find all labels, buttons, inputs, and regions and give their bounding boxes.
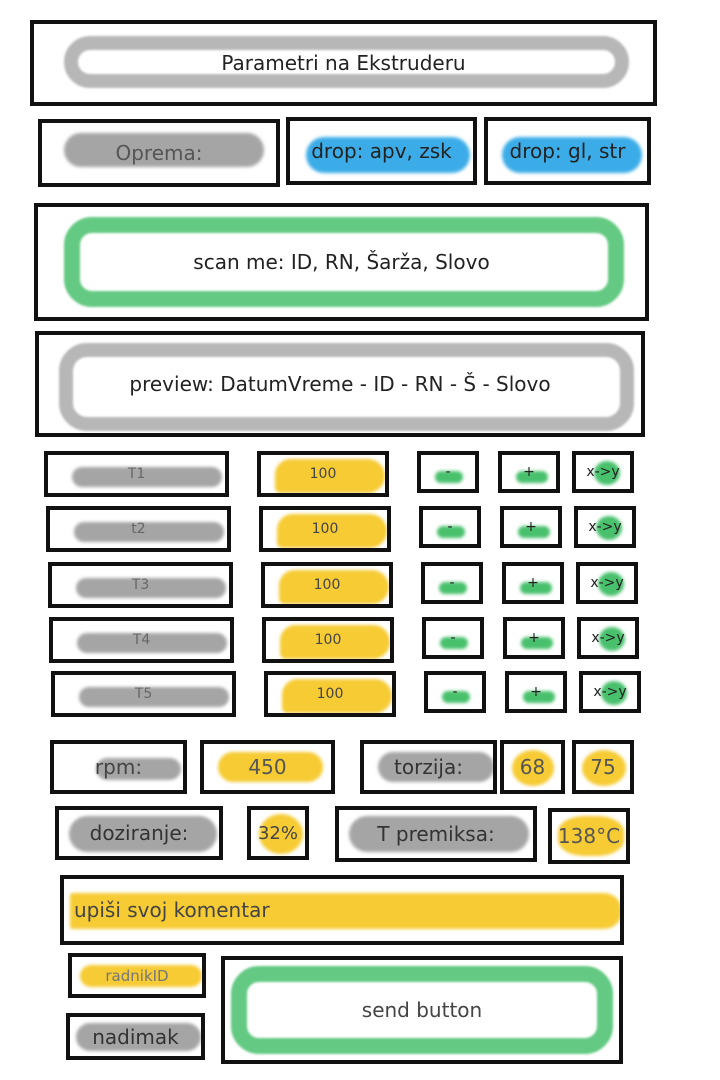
temp-minus-label: -: [447, 519, 453, 535]
scan-label: scan me: ID, RN, Šarža, Slovo: [193, 250, 490, 274]
equipment-dropdown-1-value: drop: apv, zsk: [311, 139, 452, 163]
temp-convert-button[interactable]: x->y: [576, 562, 638, 604]
temp-minus-label: -: [450, 630, 456, 646]
send-label: send button: [361, 998, 483, 1022]
temp-label: T3: [131, 577, 150, 593]
equipment-label: Oprema:: [115, 141, 203, 165]
temp-convert-label: x->y: [590, 575, 624, 591]
temp-minus-label: -: [452, 684, 458, 700]
premix-input[interactable]: 138°C: [548, 808, 630, 864]
comment-placeholder: upiši svoj komentar: [74, 898, 270, 922]
temp-plus-label: +: [523, 464, 535, 480]
worker-id-label: radnikID: [105, 966, 169, 985]
equipment-dropdown-2-value: drop: gl, str: [509, 139, 626, 163]
temp-plus-label: +: [530, 684, 542, 700]
temp-convert-button[interactable]: x->y: [577, 617, 639, 659]
temp-minus-button[interactable]: -: [417, 451, 479, 493]
temp-minus-label: -: [449, 575, 455, 591]
temp-minus-label: -: [445, 464, 451, 480]
temp-label-box: t2: [46, 506, 231, 552]
temp-label-box: T5: [51, 671, 236, 717]
temp-convert-label: x->y: [593, 684, 627, 700]
temp-value-input[interactable]: 100: [264, 671, 396, 717]
worker-id-input[interactable]: radnikID: [68, 953, 206, 998]
temp-value: 100: [309, 466, 337, 482]
torque-label: torzija:: [394, 755, 463, 779]
temp-convert-label: x->y: [591, 630, 625, 646]
dosing-label-box: doziranje:: [55, 806, 223, 860]
dosing-label: doziranje:: [89, 821, 189, 845]
temp-plus-label: +: [528, 630, 540, 646]
dosing-input[interactable]: 32%: [247, 806, 309, 860]
rpm-input[interactable]: 450: [200, 740, 335, 794]
rpm-label-box: rpm:: [50, 740, 187, 794]
torque-value-2-box[interactable]: 75: [572, 740, 634, 794]
page-title: Parametri na Ekstruderu: [221, 51, 466, 75]
temp-value-input[interactable]: 100: [259, 506, 391, 552]
torque-value-1-box[interactable]: 68: [500, 740, 565, 794]
equipment-dropdown-2[interactable]: drop: gl, str: [484, 117, 651, 185]
temp-minus-button[interactable]: -: [421, 562, 483, 604]
torque-value-2: 75: [590, 755, 616, 779]
temp-convert-label: x->y: [586, 464, 620, 480]
equipment-label-box: Oprema:: [38, 119, 280, 187]
temp-value: 100: [314, 632, 342, 648]
temp-value: 100: [311, 521, 339, 537]
temp-label-box: T3: [48, 562, 233, 608]
comment-input[interactable]: upiši svoj komentar: [60, 875, 624, 945]
equipment-dropdown-1[interactable]: drop: apv, zsk: [286, 117, 477, 185]
temp-label: T5: [134, 686, 153, 702]
rpm-value: 450: [248, 755, 287, 779]
temp-minus-button[interactable]: -: [419, 506, 481, 548]
temp-plus-label: +: [525, 519, 537, 535]
temp-plus-button[interactable]: +: [505, 671, 567, 713]
temp-value: 100: [316, 686, 344, 702]
temp-minus-button[interactable]: -: [422, 617, 484, 659]
temp-label-box: T1: [44, 451, 229, 497]
rpm-label: rpm:: [94, 755, 143, 779]
temp-plus-button[interactable]: +: [500, 506, 562, 548]
temp-value-input[interactable]: 100: [261, 562, 393, 608]
premix-label: T premiksa:: [377, 822, 495, 846]
temp-value-input[interactable]: 100: [257, 451, 389, 497]
premix-label-box: T premiksa:: [335, 806, 537, 862]
temp-plus-button[interactable]: +: [498, 451, 560, 493]
temp-minus-button[interactable]: -: [424, 671, 486, 713]
temp-label: T4: [132, 632, 151, 648]
temp-label: t2: [131, 521, 146, 537]
dosing-value: 32%: [257, 822, 298, 844]
temp-convert-button[interactable]: x->y: [572, 451, 634, 493]
temp-plus-button[interactable]: +: [502, 562, 564, 604]
temp-value-input[interactable]: 100: [262, 617, 394, 663]
temp-plus-button[interactable]: +: [503, 617, 565, 659]
send-button[interactable]: send button: [221, 956, 623, 1064]
premix-value: 138°C: [557, 824, 621, 848]
temp-value: 100: [313, 577, 341, 593]
title-box: Parametri na Ekstruderu: [30, 20, 657, 106]
scan-input[interactable]: scan me: ID, RN, Šarža, Slovo: [34, 203, 649, 321]
nickname-label: nadimak: [92, 1024, 179, 1049]
torque-label-box: torzija:: [360, 740, 497, 794]
preview-box: preview: DatumVreme - ID - RN - Š - Slov…: [35, 331, 645, 437]
nickname-input[interactable]: nadimak: [66, 1013, 205, 1060]
temp-convert-button[interactable]: x->y: [574, 506, 636, 548]
temp-convert-button[interactable]: x->y: [579, 671, 641, 713]
torque-value-1: 68: [519, 755, 546, 779]
temp-label: T1: [127, 466, 146, 482]
temp-plus-label: +: [527, 575, 539, 591]
temp-label-box: T4: [49, 617, 234, 663]
temp-convert-label: x->y: [588, 519, 622, 535]
preview-label: preview: DatumVreme - ID - RN - Š - Slov…: [129, 372, 551, 396]
